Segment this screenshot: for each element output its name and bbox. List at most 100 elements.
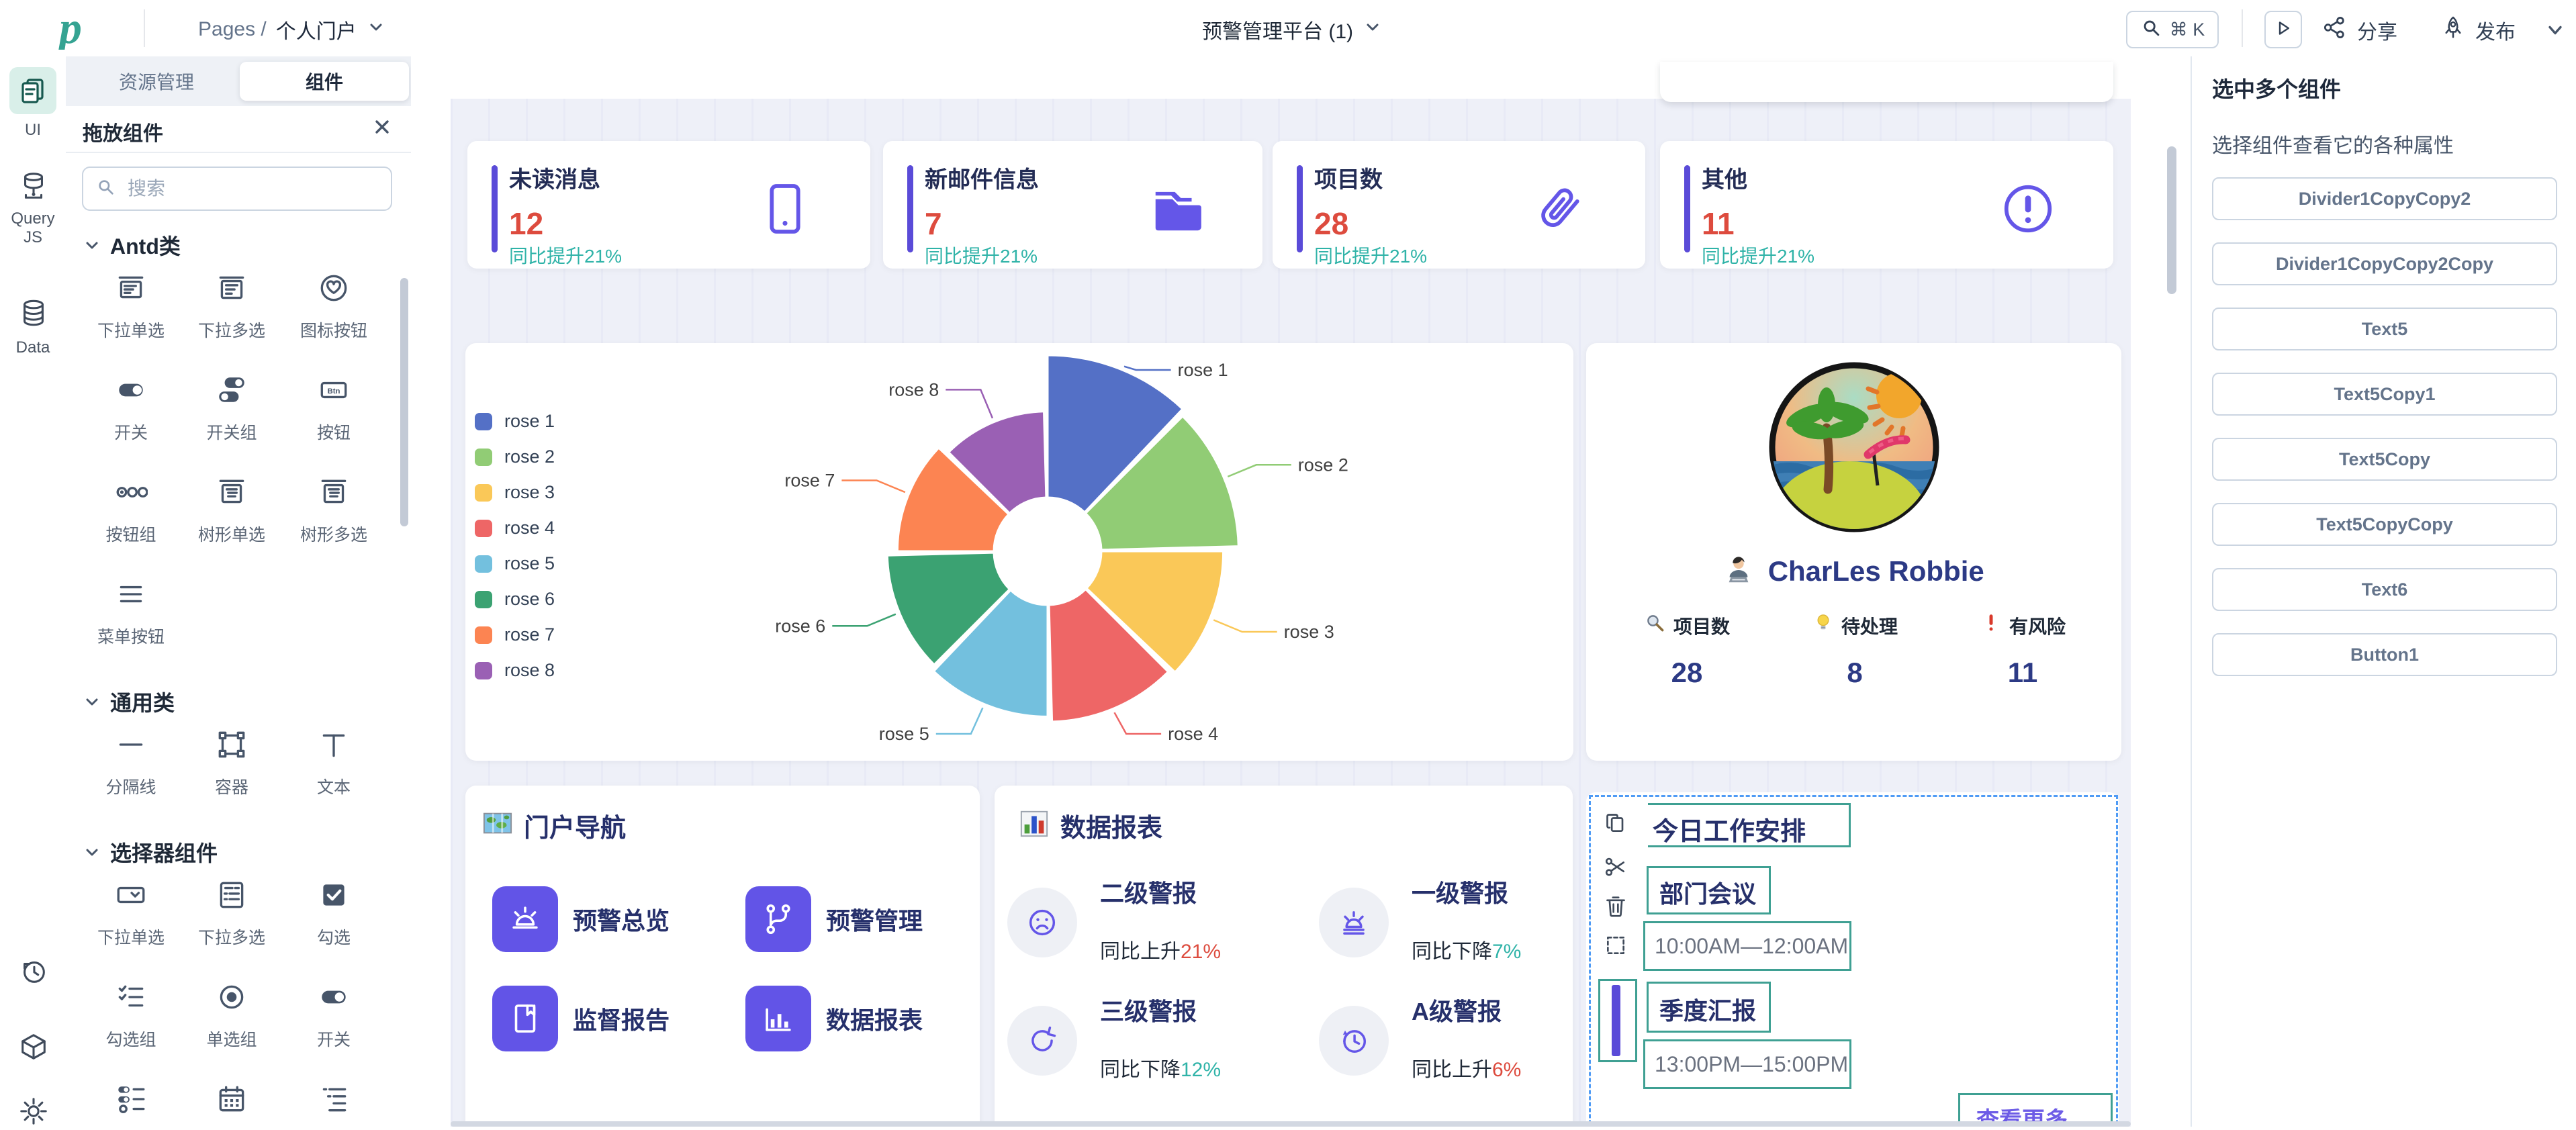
dashedsq-icon[interactable] xyxy=(1602,932,1629,962)
widget-item-selpanel2[interactable]: 下拉多选 xyxy=(181,271,282,342)
selected-widget-button-Text5CopyCopy[interactable]: Text5CopyCopy xyxy=(2212,503,2557,546)
widget-item-containerbox[interactable]: 容器 xyxy=(181,728,282,798)
nav-item-3[interactable]: 数据报表 xyxy=(745,986,987,1051)
meeting2-text: 季度汇报 xyxy=(1659,992,1756,1027)
widget-item-checkbox[interactable]: 勾选 xyxy=(283,878,384,949)
widget-item-dividerline[interactable]: 分隔线 xyxy=(81,728,181,798)
stat-card-0[interactable]: 未读消息12同比提升21% xyxy=(467,141,870,269)
stat-card-1[interactable]: 新邮件信息7同比提升21% xyxy=(883,141,1262,269)
share-button[interactable]: 分享 xyxy=(2322,15,2397,46)
meeting1-widget[interactable]: 部门会议 xyxy=(1647,866,1771,914)
treeindent-icon xyxy=(283,1082,384,1119)
partial-card-sliver[interactable] xyxy=(1660,62,2113,102)
nav-item-1[interactable]: 预警管理 xyxy=(745,886,987,952)
widget-item-btngroup[interactable]: 按钮组 xyxy=(81,475,181,546)
selected-widget-button-Text5Copy1[interactable]: Text5Copy1 xyxy=(2212,373,2557,416)
trash-icon[interactable] xyxy=(1602,893,1629,923)
heartcircle-icon xyxy=(283,271,384,308)
copy-icon[interactable] xyxy=(1602,810,1629,840)
divider-widget[interactable] xyxy=(1598,979,1637,1062)
widget-item-toggle[interactable]: 开关 xyxy=(81,373,181,444)
widget-item-togglegroup[interactable]: 开关组 xyxy=(181,373,282,444)
widget-item-radiogroup[interactable]: 单选组 xyxy=(181,980,282,1051)
widget-item-treesel[interactable]: 树形多选 xyxy=(283,475,384,546)
checklist-icon xyxy=(181,878,282,915)
switchgroup-icon xyxy=(81,1082,181,1119)
meeting2-widget[interactable]: 季度汇报 xyxy=(1647,982,1771,1033)
nav-item-0[interactable]: 预警总览 xyxy=(492,886,734,952)
rose-chart-card[interactable]: rose 1rose 2rose 3rose 4rose 5rose 6rose… xyxy=(465,343,1573,761)
widget-item-switchgroup[interactable]: 开关组 xyxy=(81,1082,181,1127)
report-item-0[interactable]: 二级警报同比上升21% xyxy=(1007,874,1289,975)
stat-title: 项目数 xyxy=(1314,161,1383,194)
data-report-card[interactable]: 数据报表 二级警报同比上升21%一级警报同比下降7%三级警报同比下降12%A级警… xyxy=(995,786,1573,1127)
time1-widget[interactable]: 10:00AM—12:00AM xyxy=(1643,921,1851,971)
selected-widget-button-Text5[interactable]: Text5 xyxy=(2212,308,2557,350)
breadcrumb-page: 个人门户 xyxy=(276,15,357,44)
report-item-trend: 同比上升21% xyxy=(1100,935,1221,964)
widget-item-menulines[interactable]: 菜单按钮 xyxy=(81,577,181,648)
history-icon[interactable] xyxy=(18,956,49,990)
widget-item-calendar[interactable]: 日期选择器 xyxy=(181,1082,282,1127)
nav-item-2[interactable]: 监督报告 xyxy=(492,986,734,1051)
sidebar-item-query[interactable] xyxy=(18,171,49,205)
report-item-1[interactable]: 一级警报同比下降7% xyxy=(1319,874,1601,975)
widget-item-switchpill[interactable]: 开关 xyxy=(283,980,384,1051)
report-item-3[interactable]: A级警报同比上升6% xyxy=(1319,992,1601,1093)
app-title-menu[interactable]: 预警管理平台 (1) xyxy=(1202,15,1383,44)
scissors-icon[interactable] xyxy=(1602,854,1629,884)
widget-item-dropdown[interactable]: 下拉单选 xyxy=(81,878,181,949)
canvas-scrollbar-horizontal[interactable] xyxy=(451,1121,2131,1127)
time2-widget[interactable]: 13:00PM—15:00PM xyxy=(1643,1039,1851,1089)
portal-nav-card[interactable]: 门户导航 预警总览预警管理监督报告数据报表 查看更多 → xyxy=(465,786,980,1127)
sidebar-item-ui[interactable] xyxy=(9,67,56,114)
app-logo[interactable]: p xyxy=(56,7,126,53)
selected-widget-button-Divider1CopyCopy2Copy[interactable]: Divider1CopyCopy2Copy xyxy=(2212,242,2557,285)
profile-stat-label: 项目数 xyxy=(1613,612,1761,639)
selected-widget-button-Button1[interactable]: Button1 xyxy=(2212,633,2557,676)
header-more-chevron[interactable] xyxy=(2544,19,2567,45)
run-button[interactable] xyxy=(2264,11,2302,48)
time1-text: 10:00AM—12:00AM xyxy=(1655,934,1848,959)
property-panel: 选中多个组件 选择组件查看它的各种属性 Divider1CopyCopy2Div… xyxy=(2191,56,2576,1127)
widget-item-heartcircle[interactable]: 图标按钮 xyxy=(283,271,384,342)
breadcrumb[interactable]: Pages / 个人门户 xyxy=(198,15,386,44)
section-header-0[interactable]: Antd类 xyxy=(83,230,181,261)
schedule-card[interactable]: 今日工作安排 部门会议 10:00AM—12:00AM 季度汇报 13:00PM… xyxy=(1586,792,2119,1127)
widget-item-treeindent[interactable]: 树形单选 xyxy=(283,1082,384,1127)
panel-scrollbar[interactable] xyxy=(400,278,408,526)
close-icon[interactable] xyxy=(369,114,395,143)
widget-item-label: 开关 xyxy=(283,1027,384,1051)
tab-resource-manager[interactable]: 资源管理 xyxy=(79,56,234,106)
report-item-2[interactable]: 三级警报同比下降12% xyxy=(1007,992,1289,1093)
stat-accent-bar xyxy=(492,165,498,252)
stat-card-2[interactable]: 项目数28同比提升21% xyxy=(1273,141,1645,269)
package-icon[interactable] xyxy=(18,1031,49,1066)
tab-components[interactable]: 组件 xyxy=(240,62,409,101)
report-item-trend: 同比上升6% xyxy=(1412,1053,1521,1082)
stat-trend: 同比提升21% xyxy=(509,242,622,269)
rocket-icon xyxy=(2440,15,2466,46)
search-shortcut-button[interactable]: ⌘ K xyxy=(2126,11,2219,48)
stat-card-3[interactable]: 其他11同比提升21% xyxy=(1660,141,2113,269)
widget-item-textT[interactable]: 文本 xyxy=(283,728,384,798)
selected-widget-button-Text5Copy[interactable]: Text5Copy xyxy=(2212,438,2557,481)
sidebar-item-data[interactable] xyxy=(18,298,49,332)
widget-item-btn[interactable]: Btn按钮 xyxy=(283,373,384,444)
widget-item-selpanel[interactable]: 下拉单选 xyxy=(81,271,181,342)
widget-item-checkgroup[interactable]: 勾选组 xyxy=(81,980,181,1051)
selected-widget-button-Divider1CopyCopy2[interactable]: Divider1CopyCopy2 xyxy=(2212,177,2557,220)
section-header-2[interactable]: 选择器组件 xyxy=(83,837,218,867)
paperclip-icon xyxy=(1531,180,1589,241)
selected-widget-button-Text6[interactable]: Text6 xyxy=(2212,568,2557,611)
widget-panel: 资源管理 组件 拖放组件 Antd类下拉单选下拉多选图标按钮开关开关组Btn按钮… xyxy=(66,56,412,1127)
canvas-scrollbar-vertical[interactable] xyxy=(2167,146,2176,294)
widget-search-input[interactable] xyxy=(126,177,357,200)
settings-gear-icon[interactable] xyxy=(18,1096,49,1130)
publish-button[interactable]: 发布 xyxy=(2440,15,2516,46)
widget-item-checklist[interactable]: 下拉多选 xyxy=(181,878,282,949)
section-header-1[interactable]: 通用类 xyxy=(83,686,175,717)
share-icon xyxy=(2322,15,2348,46)
profile-card[interactable]: CharLes Robbie 项目数 28待处理 8有风险 11 xyxy=(1586,343,2121,761)
widget-item-treesel[interactable]: 树形单选 xyxy=(181,475,282,546)
